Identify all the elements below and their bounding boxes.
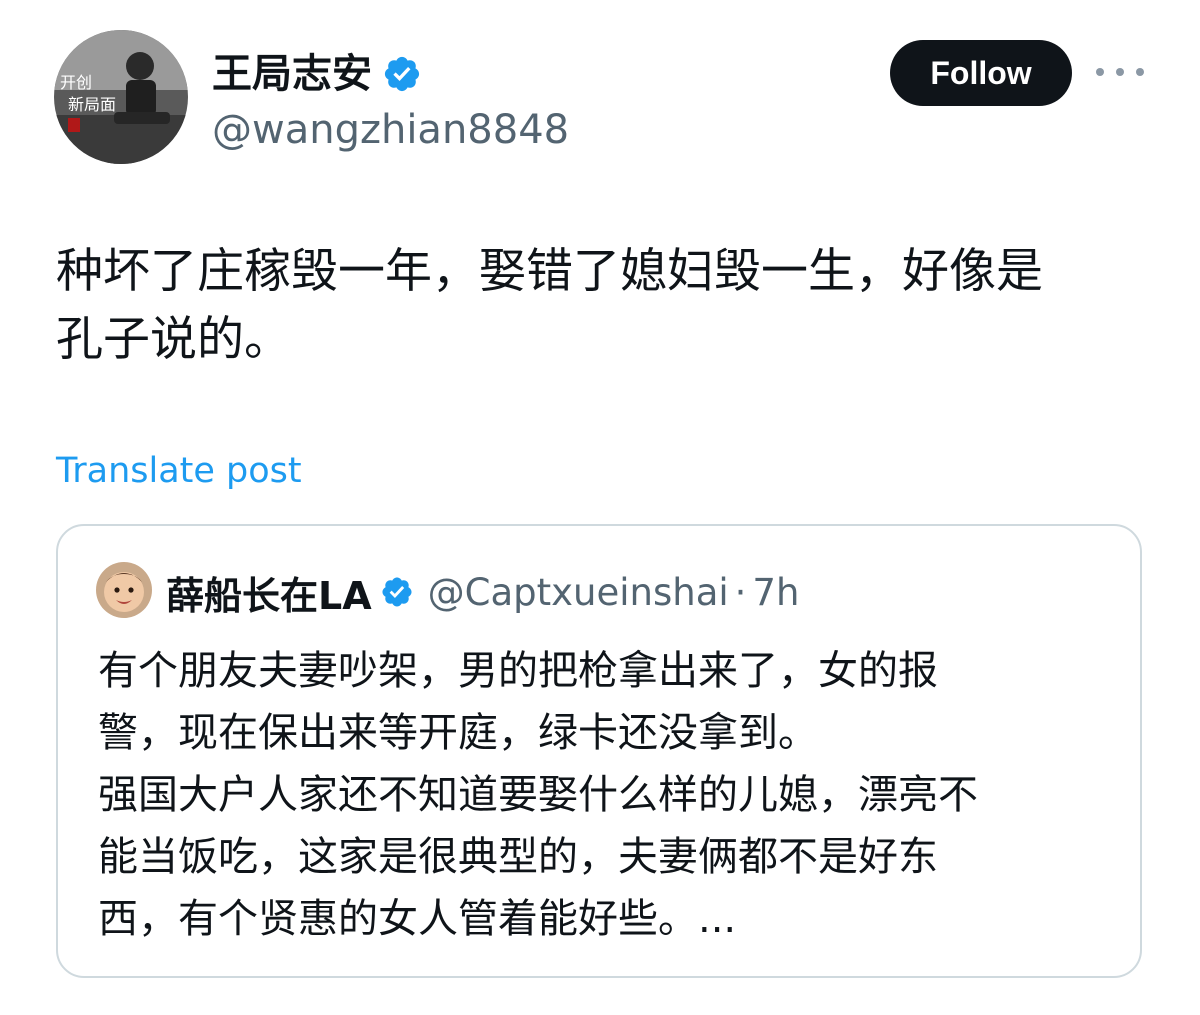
quote-author-name[interactable]: 薛船长在LA [166, 565, 372, 620]
quoted-post-card[interactable]: 薛船长在LA @Captxueinshai · 7h 有个朋友夫妻吵架，男的把枪… [56, 524, 1142, 978]
quote-author-handle[interactable]: @Captxueinshai [428, 571, 729, 614]
quote-separator: · [734, 570, 747, 614]
more-dot [1096, 68, 1104, 76]
verified-badge-icon [382, 577, 412, 607]
post-text: 种坏了庄稼毁一年，娶错了媳妇毁一生，好像是 孔子说的。 [56, 244, 1043, 367]
more-options-icon[interactable] [1096, 56, 1144, 88]
more-dot [1116, 68, 1124, 76]
author-handle[interactable]: @wangzhian8848 [212, 104, 569, 156]
quote-header: 薛船长在LA @Captxueinshai · 7h [166, 566, 799, 618]
translate-post-link[interactable]: Translate post [56, 446, 302, 496]
more-dot [1136, 68, 1144, 76]
svg-text:新局面: 新局面 [68, 95, 116, 114]
follow-button[interactable]: Follow [890, 40, 1072, 106]
quote-text: 有个朋友夫妻吵架，男的把枪拿出来了，女的报 警，现在保出来等开庭，绿卡还没拿到。… [98, 648, 978, 942]
quote-author-avatar[interactable] [96, 562, 152, 618]
quote-timestamp[interactable]: 7h [752, 571, 799, 614]
author-name-row[interactable]: 王局志安 [212, 46, 422, 102]
verified-badge-icon [384, 56, 420, 92]
svg-text:开创: 开创 [60, 73, 92, 92]
author-display-name[interactable]: 王局志安 [212, 46, 372, 102]
author-avatar[interactable]: 开创 新局面 [54, 30, 188, 164]
